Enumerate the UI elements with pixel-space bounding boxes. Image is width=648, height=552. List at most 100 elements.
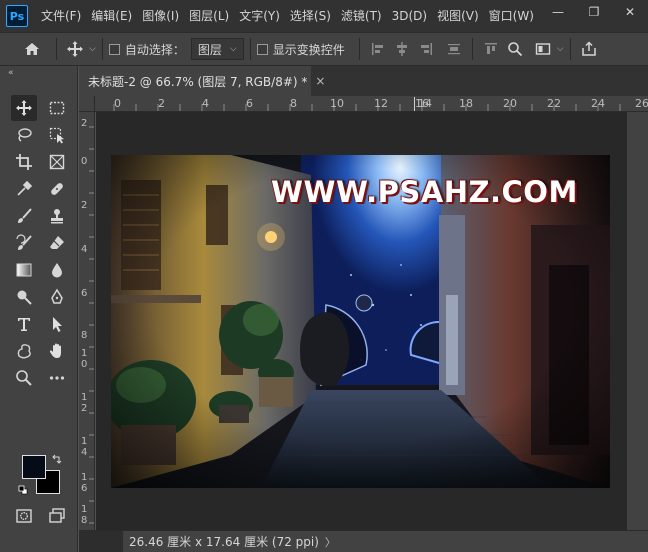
share-icon[interactable] — [577, 37, 601, 61]
type-tool-icon[interactable] — [11, 311, 37, 337]
align-center-icon[interactable] — [390, 37, 414, 61]
menu-window[interactable]: 窗口(W) — [484, 0, 539, 32]
menu-filter[interactable]: 滤镜(T) — [336, 0, 387, 32]
swap-colors-icon[interactable] — [52, 453, 62, 467]
ruler-label: 1 4 — [81, 436, 88, 458]
document-canvas[interactable]: WWW.PSAHZ.COM — [111, 155, 610, 488]
ruler-label: 0 — [114, 97, 121, 110]
window-controls: — ❐ ✕ — [540, 0, 648, 24]
ruler-label: 12 — [374, 97, 388, 110]
close-window-button[interactable]: ✕ — [612, 0, 648, 24]
auto-select-checkbox[interactable] — [108, 43, 120, 55]
show-transform-checkbox[interactable] — [256, 43, 268, 55]
marquee-tool-icon[interactable] — [44, 95, 70, 121]
document-tab-title: 未标题-2 @ 66.7% (图层 7, RGB/8#) * — [88, 74, 308, 89]
ruler-label: 2 — [81, 118, 88, 129]
history-brush-tool-icon[interactable] — [11, 230, 37, 256]
menu-type[interactable]: 文字(Y) — [234, 0, 285, 32]
ruler-label: 1 0 — [81, 348, 88, 370]
vertical-ruler-ticks — [89, 126, 94, 524]
zoom-level-field[interactable] — [79, 530, 123, 552]
lasso-tool-icon[interactable] — [11, 122, 37, 148]
menu-select[interactable]: 选择(S) — [285, 0, 336, 32]
search-icon[interactable] — [503, 37, 527, 61]
show-transform-label: 显示变换控件 — [272, 42, 345, 57]
ruler-label: 8 — [290, 97, 297, 110]
object-selection-tool-icon[interactable] — [44, 122, 70, 148]
document-tab[interactable]: 未标题-2 @ 66.7% (图层 7, RGB/8#) * × — [79, 66, 325, 96]
horizontal-ruler-ticks — [113, 104, 621, 111]
close-tab-icon[interactable]: × — [315, 74, 325, 88]
menu-image[interactable]: 图像(I) — [137, 0, 184, 32]
align-right-icon[interactable] — [414, 37, 438, 61]
menu-view[interactable]: 视图(V) — [432, 0, 484, 32]
gradient-tool-icon[interactable] — [11, 257, 37, 283]
home-icon[interactable] — [20, 37, 44, 61]
ruler-label: 0 — [81, 156, 88, 167]
hand-tool-icon[interactable] — [44, 338, 70, 364]
horizontal-ruler[interactable]: 2 0 2 4 6 8 10 12 14 16 18 20 22 24 26 — [95, 96, 648, 112]
clone-stamp-tool-icon[interactable] — [44, 203, 70, 229]
document-tab-bar: 未标题-2 @ 66.7% (图层 7, RGB/8#) * × — [79, 66, 648, 96]
blur-tool-icon[interactable] — [44, 257, 70, 283]
menu-bar: Ps 文件(F) 编辑(E) 图像(I) 图层(L) 文字(Y) 选择(S) 滤… — [0, 0, 648, 32]
move-tool-icon[interactable] — [11, 95, 37, 121]
chevron-down-icon[interactable]: ⌵ — [89, 44, 96, 54]
menu-3d[interactable]: 3D(D) — [387, 0, 432, 32]
photoshop-logo-icon: Ps — [6, 5, 28, 27]
crop-tool-icon[interactable] — [11, 149, 37, 175]
align-top-icon[interactable] — [479, 37, 503, 61]
default-colors-icon[interactable] — [18, 484, 28, 498]
status-bar: 26.46 厘米 x 17.64 厘米 (72 ppi) 〉 — [79, 530, 648, 552]
frame-tool-icon[interactable] — [44, 149, 70, 175]
healing-brush-tool-icon[interactable] — [44, 176, 70, 202]
ruler-label: 8 — [81, 330, 88, 341]
minimize-button[interactable]: — — [540, 0, 576, 24]
more-tools-icon[interactable] — [44, 365, 70, 391]
menu-edit[interactable]: 编辑(E) — [86, 0, 137, 32]
ruler-label: 24 — [591, 97, 605, 110]
move-tool-preset-icon[interactable] — [63, 37, 87, 61]
ruler-label: 18 — [459, 97, 473, 110]
ruler-label: 6 — [81, 288, 88, 299]
vertical-scrollbar[interactable] — [627, 112, 648, 530]
options-divider — [569, 38, 571, 60]
options-divider — [249, 38, 251, 60]
pen-tool-icon[interactable] — [44, 284, 70, 310]
ruler-label: 2 — [95, 97, 96, 110]
custom-shape-tool-icon[interactable] — [11, 338, 37, 364]
ruler-label: 26 — [635, 97, 648, 110]
ruler-label: 22 — [547, 97, 561, 110]
status-menu-arrow-icon[interactable]: 〉 — [325, 534, 336, 550]
ruler-origin[interactable] — [79, 96, 95, 112]
options-bar: ⌵ 自动选择： 图层 ⌵ 显示变换控件 ⌵ — [0, 32, 648, 66]
ruler-label: 1 8 — [81, 504, 88, 526]
options-divider — [471, 38, 473, 60]
dodge-tool-icon[interactable] — [11, 284, 37, 310]
target-select[interactable]: 图层 ⌵ — [190, 38, 244, 60]
align-left-icon[interactable] — [366, 37, 390, 61]
eyedropper-tool-icon[interactable] — [11, 176, 37, 202]
ruler-label: 1 6 — [81, 472, 88, 494]
zoom-tool-icon[interactable] — [11, 365, 37, 391]
menu-file[interactable]: 文件(F) — [36, 0, 86, 32]
document-dimensions: 26.46 厘米 x 17.64 厘米 (72 ppi) — [129, 535, 319, 549]
restore-button[interactable]: ❐ — [576, 0, 612, 24]
menu-layer[interactable]: 图层(L) — [184, 0, 234, 32]
collapse-panel-icon[interactable]: « — [8, 68, 13, 78]
chevron-down-icon: ⌵ — [229, 44, 237, 54]
ruler-label: 6 — [246, 97, 253, 110]
options-divider — [358, 38, 360, 60]
eraser-tool-icon[interactable] — [44, 230, 70, 256]
vertical-ruler[interactable]: 2 0 2 4 6 8 1 0 1 2 1 4 1 6 1 8 — [79, 112, 95, 530]
quick-mask-icon[interactable] — [11, 503, 37, 529]
path-selection-tool-icon[interactable] — [44, 311, 70, 337]
screen-mode-icon[interactable] — [44, 503, 70, 529]
workspace-icon[interactable] — [531, 37, 555, 61]
foreground-color-swatch[interactable] — [22, 455, 46, 479]
ruler-label: 20 — [503, 97, 517, 110]
brush-tool-icon[interactable] — [11, 203, 37, 229]
ruler-label: 10 — [330, 97, 344, 110]
chevron-down-icon[interactable]: ⌵ — [557, 44, 564, 54]
distribute-icon[interactable] — [442, 37, 466, 61]
